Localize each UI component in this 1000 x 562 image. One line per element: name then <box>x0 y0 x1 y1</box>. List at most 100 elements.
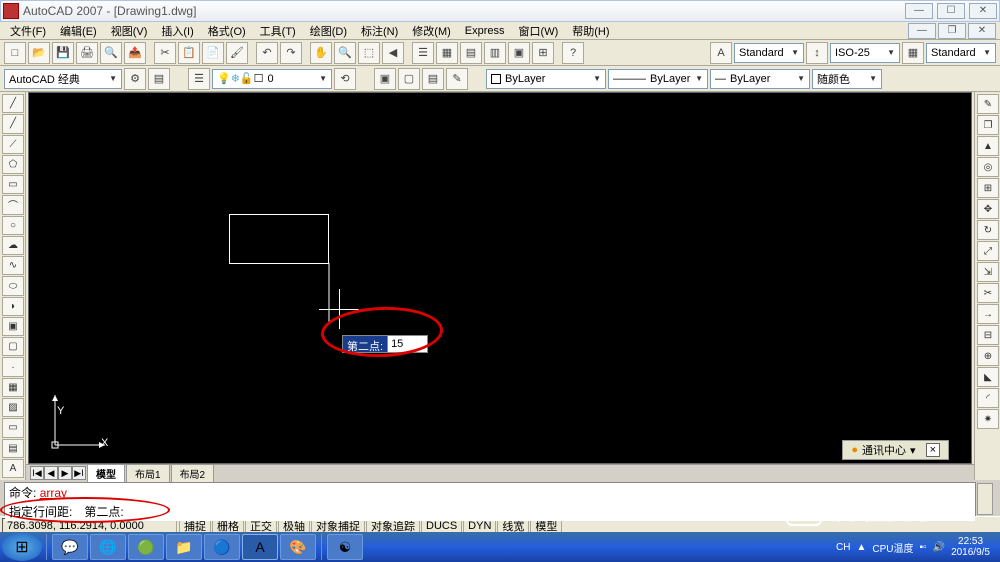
tablestyle-dropdown[interactable]: Standard▼ <box>926 43 996 63</box>
ssm-icon[interactable]: ▥ <box>484 42 506 64</box>
tray-net-icon[interactable]: ▪▫ <box>920 542 927 553</box>
polygon-icon[interactable]: ⬠ <box>2 155 24 174</box>
task-explorer-icon[interactable]: 📁 <box>166 534 202 560</box>
start-button[interactable]: ⊞ <box>2 533 42 561</box>
open-icon[interactable]: 📂 <box>28 42 50 64</box>
circle-icon[interactable]: ○ <box>2 216 24 235</box>
command-prompt[interactable]: 指定行间距: 第二点: <box>5 502 975 521</box>
redo-icon[interactable]: ↷ <box>280 42 302 64</box>
layermgr-icon[interactable]: ☰ <box>188 68 210 90</box>
tray-up-icon[interactable]: ▲ <box>856 542 866 553</box>
ellipsearc-icon[interactable]: ◗ <box>2 297 24 316</box>
plotstyle-dropdown[interactable]: 随颜色▼ <box>812 69 882 89</box>
tray-time[interactable]: 22:53 <box>951 536 990 547</box>
commcenter-close-icon[interactable]: × <box>926 443 940 457</box>
tab-prev-icon[interactable]: ◀ <box>44 466 58 480</box>
menu-modify[interactable]: 修改(M) <box>406 22 457 40</box>
task-baidu-icon[interactable]: 🔵 <box>204 534 240 560</box>
tab-last-icon[interactable]: ▶I <box>72 466 86 480</box>
toolpal-icon[interactable]: ▤ <box>460 42 482 64</box>
spline-icon[interactable]: ∿ <box>2 256 24 275</box>
line-icon[interactable]: ╱ <box>2 94 24 113</box>
insertblock-icon[interactable]: ▣ <box>2 317 24 336</box>
tab-model[interactable]: 模型 <box>87 464 125 482</box>
offset-icon[interactable]: ◎ <box>977 157 999 177</box>
cut-icon[interactable]: ✂ <box>154 42 176 64</box>
menu-insert[interactable]: 插入(I) <box>155 22 199 40</box>
block-icon[interactable]: ▣ <box>374 68 396 90</box>
color-dropdown[interactable]: ByLayer▼ <box>486 69 606 89</box>
save-icon[interactable]: 💾 <box>52 42 74 64</box>
lineweight-dropdown[interactable]: —ByLayer▼ <box>710 69 810 89</box>
command-scrollbar[interactable] <box>977 483 993 515</box>
tab-layout1[interactable]: 布局1 <box>126 464 170 482</box>
join-icon[interactable]: ⊕ <box>977 346 999 366</box>
help-icon[interactable]: ? <box>562 42 584 64</box>
menu-help[interactable]: 帮助(H) <box>566 22 615 40</box>
insert-icon[interactable]: ▢ <box>398 68 420 90</box>
ellipse-icon[interactable]: ⬭ <box>2 276 24 295</box>
revcloud-icon[interactable]: ☁ <box>2 236 24 255</box>
pline-icon[interactable]: ⟋ <box>2 135 24 154</box>
layer-icon[interactable]: ▤ <box>148 68 170 90</box>
xline-icon[interactable]: ╱ <box>2 114 24 133</box>
workspace-settings-icon[interactable]: ⚙ <box>124 68 146 90</box>
copy-obj-icon[interactable]: ❐ <box>977 115 999 135</box>
tab-layout2[interactable]: 布局2 <box>171 464 215 482</box>
task-paint-icon[interactable]: 🎨 <box>280 534 316 560</box>
system-tray[interactable]: CH ▲ CPU温度 ▪▫ 🔊 22:53 2016/9/5 <box>836 536 998 558</box>
rotate-icon[interactable]: ↻ <box>977 220 999 240</box>
scale-icon[interactable]: ⤢ <box>977 241 999 261</box>
task-app-icon[interactable]: ☯ <box>327 534 363 560</box>
mdi-minimize[interactable]: — <box>908 23 936 39</box>
arc-icon[interactable]: ⌒ <box>2 195 24 214</box>
bedit-icon[interactable]: ✎ <box>446 68 468 90</box>
layerprev-icon[interactable]: ⟲ <box>334 68 356 90</box>
erase-icon[interactable]: ✎ <box>977 94 999 114</box>
dimstyle-icon[interactable]: ↕ <box>806 42 828 64</box>
menu-window[interactable]: 窗口(W) <box>513 22 565 40</box>
new-icon[interactable]: □ <box>4 42 26 64</box>
zoom-rt-icon[interactable]: 🔍 <box>334 42 356 64</box>
menu-view[interactable]: 视图(V) <box>105 22 154 40</box>
extend-icon[interactable]: → <box>977 304 999 324</box>
chamfer-icon[interactable]: ◣ <box>977 367 999 387</box>
zoom-prev-icon[interactable]: ◀ <box>382 42 404 64</box>
maximize-button[interactable]: ☐ <box>937 3 965 19</box>
textstyle-dropdown[interactable]: Standard▼ <box>734 43 804 63</box>
menu-tools[interactable]: 工具(T) <box>254 22 302 40</box>
task-autocad-icon[interactable]: A <box>242 534 278 560</box>
tray-lang[interactable]: CH <box>836 542 850 553</box>
menu-dimension[interactable]: 标注(N) <box>355 22 404 40</box>
tray-vol-icon[interactable]: 🔊 <box>933 542 945 553</box>
fillet-icon[interactable]: ◜ <box>977 388 999 408</box>
tab-next-icon[interactable]: ▶ <box>58 466 72 480</box>
wblock-icon[interactable]: ▤ <box>422 68 444 90</box>
pan-icon[interactable]: ✋ <box>310 42 332 64</box>
markup-icon[interactable]: ▣ <box>508 42 530 64</box>
menu-express[interactable]: Express <box>459 24 511 38</box>
mdi-restore[interactable]: ❐ <box>938 23 966 39</box>
layer-dropdown[interactable]: 💡❄🔓☐0▼ <box>212 69 332 89</box>
task-wechat-icon[interactable]: 💬 <box>52 534 88 560</box>
dimstyle-dropdown[interactable]: ISO-25▼ <box>830 43 900 63</box>
copy-icon[interactable]: 📋 <box>178 42 200 64</box>
close-button[interactable]: ✕ <box>969 3 997 19</box>
minimize-button[interactable]: — <box>905 3 933 19</box>
match-icon[interactable]: 🖌 <box>226 42 248 64</box>
break-icon[interactable]: ⊟ <box>977 325 999 345</box>
move-icon[interactable]: ✥ <box>977 199 999 219</box>
properties-icon[interactable]: ☰ <box>412 42 434 64</box>
hatch-icon[interactable]: ▦ <box>2 378 24 397</box>
mtext-icon[interactable]: A <box>2 459 24 478</box>
communication-center[interactable]: ●通讯中心▾× <box>842 440 949 460</box>
paste-icon[interactable]: 📄 <box>202 42 224 64</box>
point-icon[interactable]: · <box>2 357 24 376</box>
tablestyle-icon[interactable]: ▦ <box>902 42 924 64</box>
preview-icon[interactable]: 🔍 <box>100 42 122 64</box>
task-360-icon[interactable]: 🟢 <box>128 534 164 560</box>
textstyle-icon[interactable]: A <box>710 42 732 64</box>
menu-file[interactable]: 文件(F) <box>4 22 52 40</box>
table-icon[interactable]: ▤ <box>2 439 24 458</box>
rectangle-icon[interactable]: ▭ <box>2 175 24 194</box>
